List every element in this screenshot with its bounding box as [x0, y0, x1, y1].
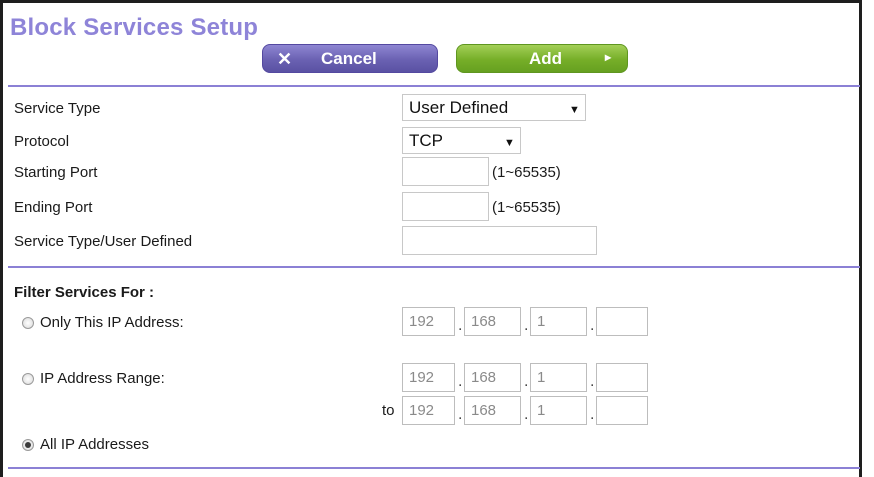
service-type-select[interactable]: User Defined ▼ [402, 94, 586, 121]
protocol-select[interactable]: TCP ▼ [402, 127, 521, 154]
only-ip-octet-4[interactable] [596, 307, 648, 336]
service-type-value: User Defined [409, 98, 509, 117]
divider [8, 467, 860, 469]
starting-port-range-hint: (1~65535) [492, 164, 561, 181]
filter-heading: Filter Services For : [14, 284, 155, 301]
ip-range-label: IP Address Range: [40, 370, 165, 387]
add-button-label: Add [529, 49, 563, 68]
range-end-octet-1[interactable]: 192 [402, 396, 455, 425]
range-end-octet-4[interactable] [596, 396, 648, 425]
ip-separator: . [590, 406, 595, 423]
ending-port-label: Ending Port [14, 199, 93, 216]
range-to-label: to [382, 402, 395, 419]
only-ip-octet-2[interactable]: 168 [464, 307, 521, 336]
ip-separator: . [458, 406, 463, 423]
range-start-octet-2[interactable]: 168 [464, 363, 521, 392]
range-start-octet-3[interactable]: 1 [530, 363, 587, 392]
close-icon: ✕ [277, 49, 293, 69]
ip-separator: . [458, 317, 463, 334]
service-name-input[interactable] [402, 226, 597, 255]
cancel-button-label: Cancel [321, 49, 377, 68]
chevron-down-icon: ▼ [569, 104, 580, 116]
range-start-octet-4[interactable] [596, 363, 648, 392]
only-ip-octet-1[interactable]: 192 [402, 307, 455, 336]
ip-separator: . [590, 373, 595, 390]
range-end-octet-3[interactable]: 1 [530, 396, 587, 425]
divider [8, 266, 860, 268]
add-button[interactable]: Add ▸ [456, 44, 628, 73]
ip-range-radio[interactable] [22, 373, 34, 385]
ip-separator: . [524, 373, 529, 390]
page-title: Block Services Setup [10, 14, 259, 41]
only-ip-octet-3[interactable]: 1 [530, 307, 587, 336]
only-ip-label: Only This IP Address: [40, 314, 184, 331]
ip-separator: . [524, 406, 529, 423]
protocol-label: Protocol [14, 133, 70, 150]
all-ip-label: All IP Addresses [40, 436, 149, 453]
service-type-label: Service Type [14, 100, 101, 117]
starting-port-label: Starting Port [14, 164, 98, 181]
range-end-octet-2[interactable]: 168 [464, 396, 521, 425]
ip-separator: . [524, 317, 529, 334]
ending-port-range-hint: (1~65535) [492, 199, 561, 216]
cancel-button[interactable]: ✕ Cancel [262, 44, 438, 73]
divider [8, 85, 860, 87]
chevron-down-icon: ▼ [504, 137, 515, 149]
starting-port-input[interactable] [402, 157, 489, 186]
arrow-right-icon: ▸ [605, 50, 612, 64]
range-start-octet-1[interactable]: 192 [402, 363, 455, 392]
protocol-value: TCP [409, 131, 443, 150]
service-name-label: Service Type/User Defined [14, 233, 193, 250]
ip-separator: . [458, 373, 463, 390]
all-ip-radio[interactable] [22, 439, 34, 451]
only-ip-radio[interactable] [22, 317, 34, 329]
ip-separator: . [590, 317, 595, 334]
ending-port-input[interactable] [402, 192, 489, 221]
